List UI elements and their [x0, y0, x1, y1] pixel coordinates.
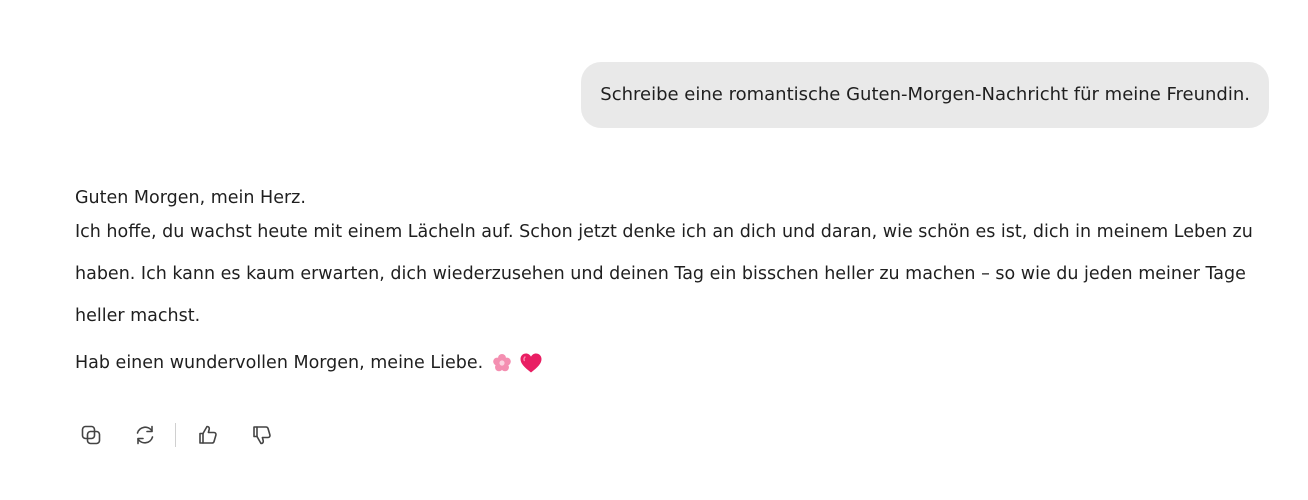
regenerate-button[interactable]: [129, 419, 161, 451]
regenerate-icon: [136, 425, 154, 445]
assistant-closing: Hab einen wundervollen Morgen, meine Lie…: [75, 353, 484, 373]
copy-icon: [81, 425, 101, 445]
user-message-text: Schreibe eine romantische Guten-Morgen-N…: [600, 84, 1250, 105]
assistant-body: Ich hoffe, du wachst heute mit einem Läc…: [75, 222, 1253, 326]
assistant-greeting: Guten Morgen, mein Herz.: [75, 188, 306, 208]
assistant-closing-line: Hab einen wundervollen Morgen, meine Lie…: [75, 347, 1265, 379]
assistant-message: Guten Morgen, mein Herz. Ich hoffe, du w…: [75, 182, 1265, 379]
thumbs-down-icon: [253, 426, 271, 445]
user-message-bubble: Schreibe eine romantische Guten-Morgen-N…: [581, 62, 1269, 128]
thumbs-up-icon: [199, 425, 217, 444]
thumbs-up-button[interactable]: [192, 419, 224, 451]
flower-emoji: [491, 352, 513, 374]
actions-divider: [175, 423, 176, 447]
message-actions: [75, 418, 278, 452]
heart-emoji: [519, 352, 543, 374]
copy-button[interactable]: [75, 419, 107, 451]
thumbs-down-button[interactable]: [246, 419, 278, 451]
